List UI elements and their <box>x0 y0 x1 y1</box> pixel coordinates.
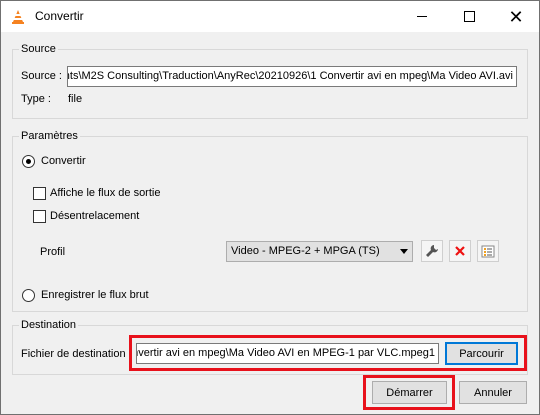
title-bar: Convertir ✕ <box>1 1 539 32</box>
new-profile-icon <box>481 245 495 258</box>
destination-legend: Destination <box>21 319 77 331</box>
show-output-label[interactable]: Affiche le flux de sortie <box>50 187 160 199</box>
profile-select[interactable]: Video - MPEG-2 + MPGA (TS) <box>226 241 413 262</box>
vlc-cone-icon <box>12 10 24 24</box>
highlight-destination <box>129 335 527 371</box>
deinterlace-label[interactable]: Désentrelacement <box>50 210 139 222</box>
delete-profile-button[interactable] <box>449 240 471 262</box>
red-x-icon <box>455 246 465 256</box>
source-value: C:\...\nts\M2S Consulting\Traduction\Any… <box>67 70 513 82</box>
minimize-button[interactable] <box>399 1 445 32</box>
raw-dump-label[interactable]: Enregistrer le flux brut <box>41 289 149 301</box>
cancel-button[interactable]: Annuler <box>459 381 527 404</box>
settings-legend: Paramètres <box>21 130 78 142</box>
close-button[interactable]: ✕ <box>493 1 539 32</box>
raw-dump-radio[interactable] <box>22 289 35 302</box>
close-icon: ✕ <box>508 6 524 27</box>
destination-file-label: Fichier de destination : <box>21 348 132 360</box>
highlight-start <box>363 375 455 410</box>
type-label: Type : <box>21 93 51 105</box>
type-value: file <box>68 93 83 105</box>
window-title: Convertir <box>35 9 84 23</box>
profile-value: Video - MPEG-2 + MPGA (TS) <box>231 245 380 257</box>
minimize-icon <box>417 16 427 17</box>
source-field[interactable]: C:\...\nts\M2S Consulting\Traduction\Any… <box>67 66 517 87</box>
edit-profile-button[interactable] <box>421 240 443 262</box>
new-profile-button[interactable] <box>477 240 499 262</box>
profile-label: Profil <box>40 246 66 258</box>
convert-label[interactable]: Convertir <box>41 155 86 167</box>
wrench-icon <box>426 245 438 257</box>
convert-radio[interactable] <box>22 155 35 168</box>
show-output-checkbox[interactable] <box>33 187 46 200</box>
convert-dialog: Convertir ✕ Source Source : C:\...\nts\M… <box>0 0 540 415</box>
maximize-button[interactable] <box>446 1 492 32</box>
maximize-icon <box>463 11 475 22</box>
deinterlace-checkbox[interactable] <box>33 210 46 223</box>
cancel-button-label: Annuler <box>474 386 512 399</box>
chevron-down-icon <box>400 249 408 254</box>
source-label: Source : <box>21 70 62 82</box>
source-legend: Source <box>21 43 56 55</box>
